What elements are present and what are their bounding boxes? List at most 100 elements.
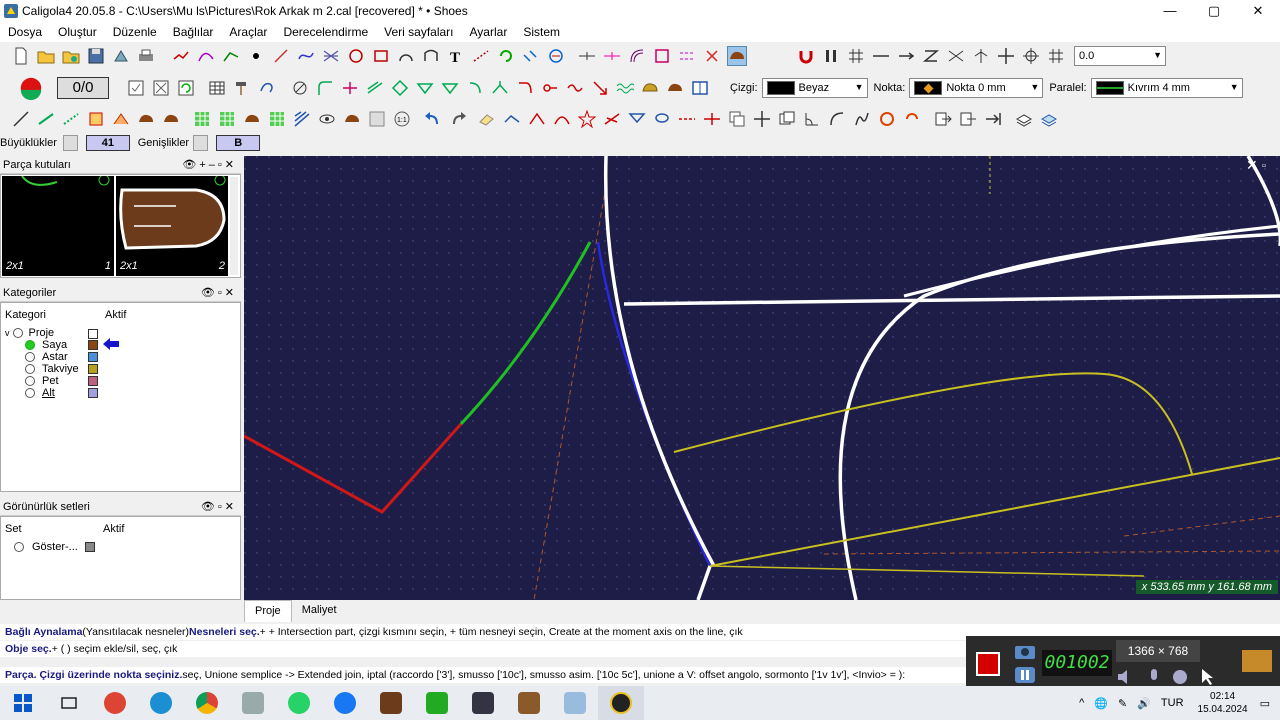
save-icon[interactable] — [86, 46, 106, 66]
panel-controls-icon[interactable]: 👁▫✕ — [201, 286, 237, 299]
trim-icon[interactable] — [602, 109, 622, 129]
measure-icon[interactable] — [546, 46, 566, 66]
circle-icon[interactable] — [346, 46, 366, 66]
taskbar-app-edge[interactable] — [138, 686, 184, 720]
notifications-icon[interactable]: ▭ — [1260, 697, 1270, 710]
text-icon[interactable]: T — [446, 46, 466, 66]
tray-chevron-icon[interactable]: ^ — [1079, 697, 1084, 709]
checkbox-tool-icon[interactable] — [126, 78, 146, 98]
notch-v-icon[interactable] — [415, 78, 435, 98]
move-arrows-icon[interactable] — [752, 109, 772, 129]
category-item-pet[interactable]: Pet — [25, 375, 59, 387]
arrow-down-right-icon[interactable] — [590, 78, 610, 98]
set-color[interactable] — [85, 542, 95, 552]
width-value[interactable]: B — [216, 135, 260, 151]
grid-icon[interactable] — [846, 46, 866, 66]
menu-ayarlar[interactable]: Ayarlar — [462, 25, 516, 39]
fillet-icon[interactable] — [315, 78, 335, 98]
category-color[interactable] — [88, 340, 98, 350]
diamond-icon[interactable] — [390, 78, 410, 98]
category-root[interactable]: v Proje — [5, 327, 54, 339]
menu-duzenle[interactable]: Düzenle — [105, 25, 165, 39]
cursor-icon[interactable] — [1198, 668, 1218, 686]
frame-icon[interactable] — [652, 46, 672, 66]
menu-dosya[interactable]: Dosya — [0, 25, 50, 39]
node-link-icon[interactable] — [540, 78, 560, 98]
pen-icon[interactable]: ✎ — [1118, 697, 1127, 710]
cross-lines-icon[interactable] — [946, 46, 966, 66]
lasso-icon[interactable] — [652, 109, 672, 129]
size-picker-icon[interactable] — [62, 135, 79, 151]
rotate-icon[interactable] — [496, 46, 516, 66]
grid-green-3-icon[interactable] — [267, 109, 287, 129]
export-stack-icon[interactable] — [958, 109, 978, 129]
tab-maliyet[interactable]: Maliyet — [292, 600, 347, 622]
copy-icon[interactable] — [727, 109, 747, 129]
microphone-icon[interactable] — [1144, 668, 1164, 686]
point-icon[interactable] — [246, 46, 266, 66]
taskbar-app-game[interactable] — [230, 686, 276, 720]
shoe-grid-icon[interactable] — [242, 109, 262, 129]
taskbar-app-recorder[interactable] — [92, 686, 138, 720]
category-color[interactable] — [88, 352, 98, 362]
clock[interactable]: 02:14 15.04.2024 — [1198, 690, 1248, 716]
restore-icon[interactable]: ▫ — [1262, 160, 1266, 172]
panel-controls-icon[interactable]: 👁+–▫✕ — [182, 158, 237, 171]
layers-blue-icon[interactable] — [1039, 109, 1059, 129]
duplicate-icon[interactable] — [777, 109, 797, 129]
rectangle-icon[interactable] — [371, 46, 391, 66]
start-button[interactable] — [0, 686, 46, 720]
size-value[interactable]: 41 — [86, 135, 130, 151]
close-icon[interactable]: ✕ — [1246, 157, 1258, 173]
category-item-saya[interactable]: Saya — [25, 339, 67, 351]
roof-icon[interactable] — [111, 109, 131, 129]
cut-lines-icon[interactable] — [502, 109, 522, 129]
close-button[interactable]: ✕ — [1236, 0, 1280, 22]
category-item-alt[interactable]: Alt — [25, 387, 55, 399]
grey-pattern-icon[interactable] — [367, 109, 387, 129]
split-red-icon[interactable] — [702, 109, 722, 129]
template-red-icon[interactable] — [86, 109, 106, 129]
curve-icon[interactable] — [196, 46, 216, 66]
scale-one-icon[interactable]: 1:1 — [392, 109, 412, 129]
recycle-icon[interactable] — [877, 109, 897, 129]
taskbar-app-facebook[interactable] — [322, 686, 368, 720]
category-item-takviye[interactable]: Takviye — [25, 363, 79, 375]
eraser-icon[interactable] — [477, 109, 497, 129]
pause-bars-icon[interactable] — [821, 46, 841, 66]
shoe-copy-icon[interactable] — [161, 109, 181, 129]
snap-grid-icon[interactable] — [1046, 46, 1066, 66]
shoe-shape-icon[interactable] — [640, 78, 660, 98]
loop-icon[interactable] — [257, 78, 277, 98]
grid-green-2-icon[interactable] — [217, 109, 237, 129]
eye-icon[interactable] — [317, 109, 337, 129]
book-icon[interactable] — [690, 78, 710, 98]
visibility-set-item[interactable]: Göster-... — [14, 541, 78, 553]
category-color[interactable] — [88, 329, 98, 339]
record-red-icon[interactable] — [17, 74, 45, 102]
pause-icon[interactable] — [1014, 666, 1036, 684]
zigzag-icon[interactable] — [921, 46, 941, 66]
export-arrow-icon[interactable] — [933, 109, 953, 129]
stitch-icon[interactable] — [471, 46, 491, 66]
taskbar-app-icad[interactable] — [460, 686, 506, 720]
taskbar-app-keyboard[interactable] — [506, 686, 552, 720]
language-indicator[interactable]: TUR — [1161, 697, 1184, 709]
shoe-brown-icon[interactable] — [665, 78, 685, 98]
layers-icon[interactable] — [1014, 109, 1034, 129]
taskbar-app-whatsapp[interactable] — [276, 686, 322, 720]
keyboard-icon[interactable] — [1242, 650, 1272, 672]
recycle-arrows-icon[interactable] — [902, 109, 922, 129]
split-arrows-icon[interactable] — [340, 78, 360, 98]
offset-lines-icon[interactable] — [365, 78, 385, 98]
menu-olustur[interactable]: Oluştur — [50, 25, 105, 39]
part-thumbnail[interactable]: 2x1 2 — [116, 176, 228, 276]
new-file-icon[interactable] — [11, 46, 31, 66]
speaker-icon[interactable] — [1116, 668, 1136, 686]
point-combo[interactable]: Nokta 0 mm ▼ — [909, 78, 1044, 98]
taskbar-app-caligola[interactable] — [598, 686, 644, 720]
multi-line-icon[interactable] — [321, 46, 341, 66]
corner-icon[interactable] — [515, 78, 535, 98]
dotted-line-icon[interactable] — [61, 109, 81, 129]
webcam-icon[interactable] — [1170, 668, 1190, 686]
